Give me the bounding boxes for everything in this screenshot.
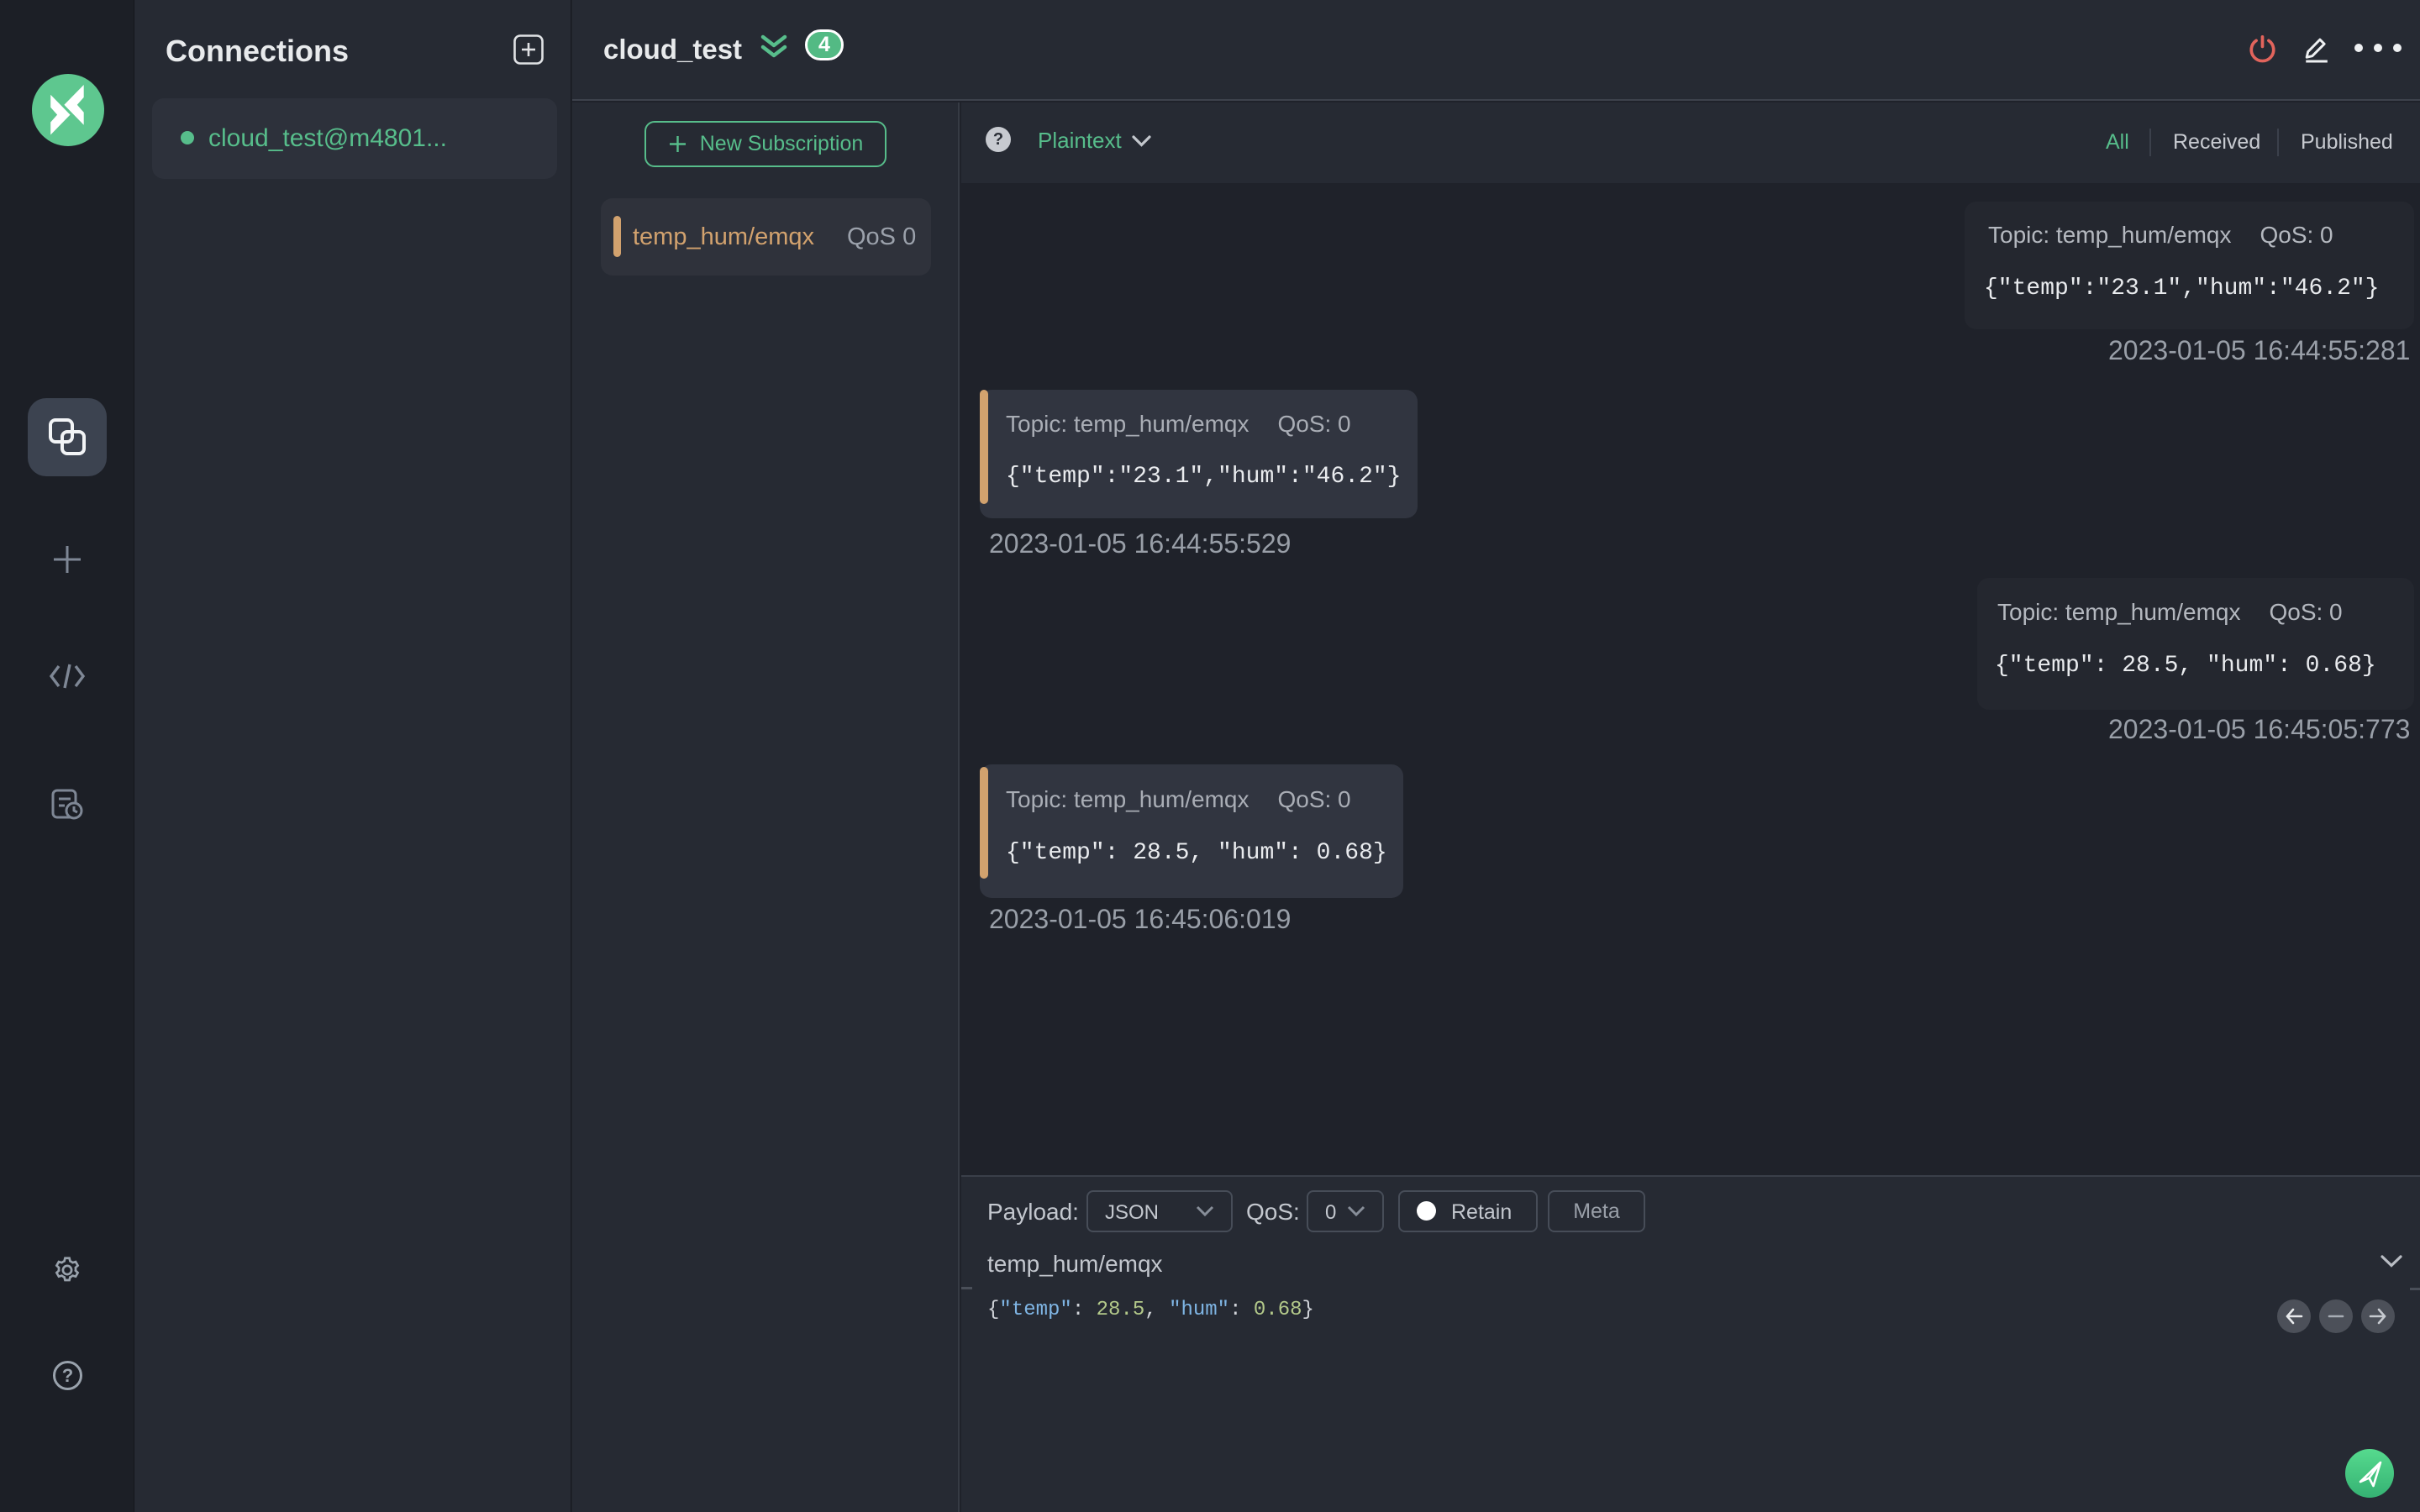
svg-text:?: ?: [62, 1365, 73, 1386]
